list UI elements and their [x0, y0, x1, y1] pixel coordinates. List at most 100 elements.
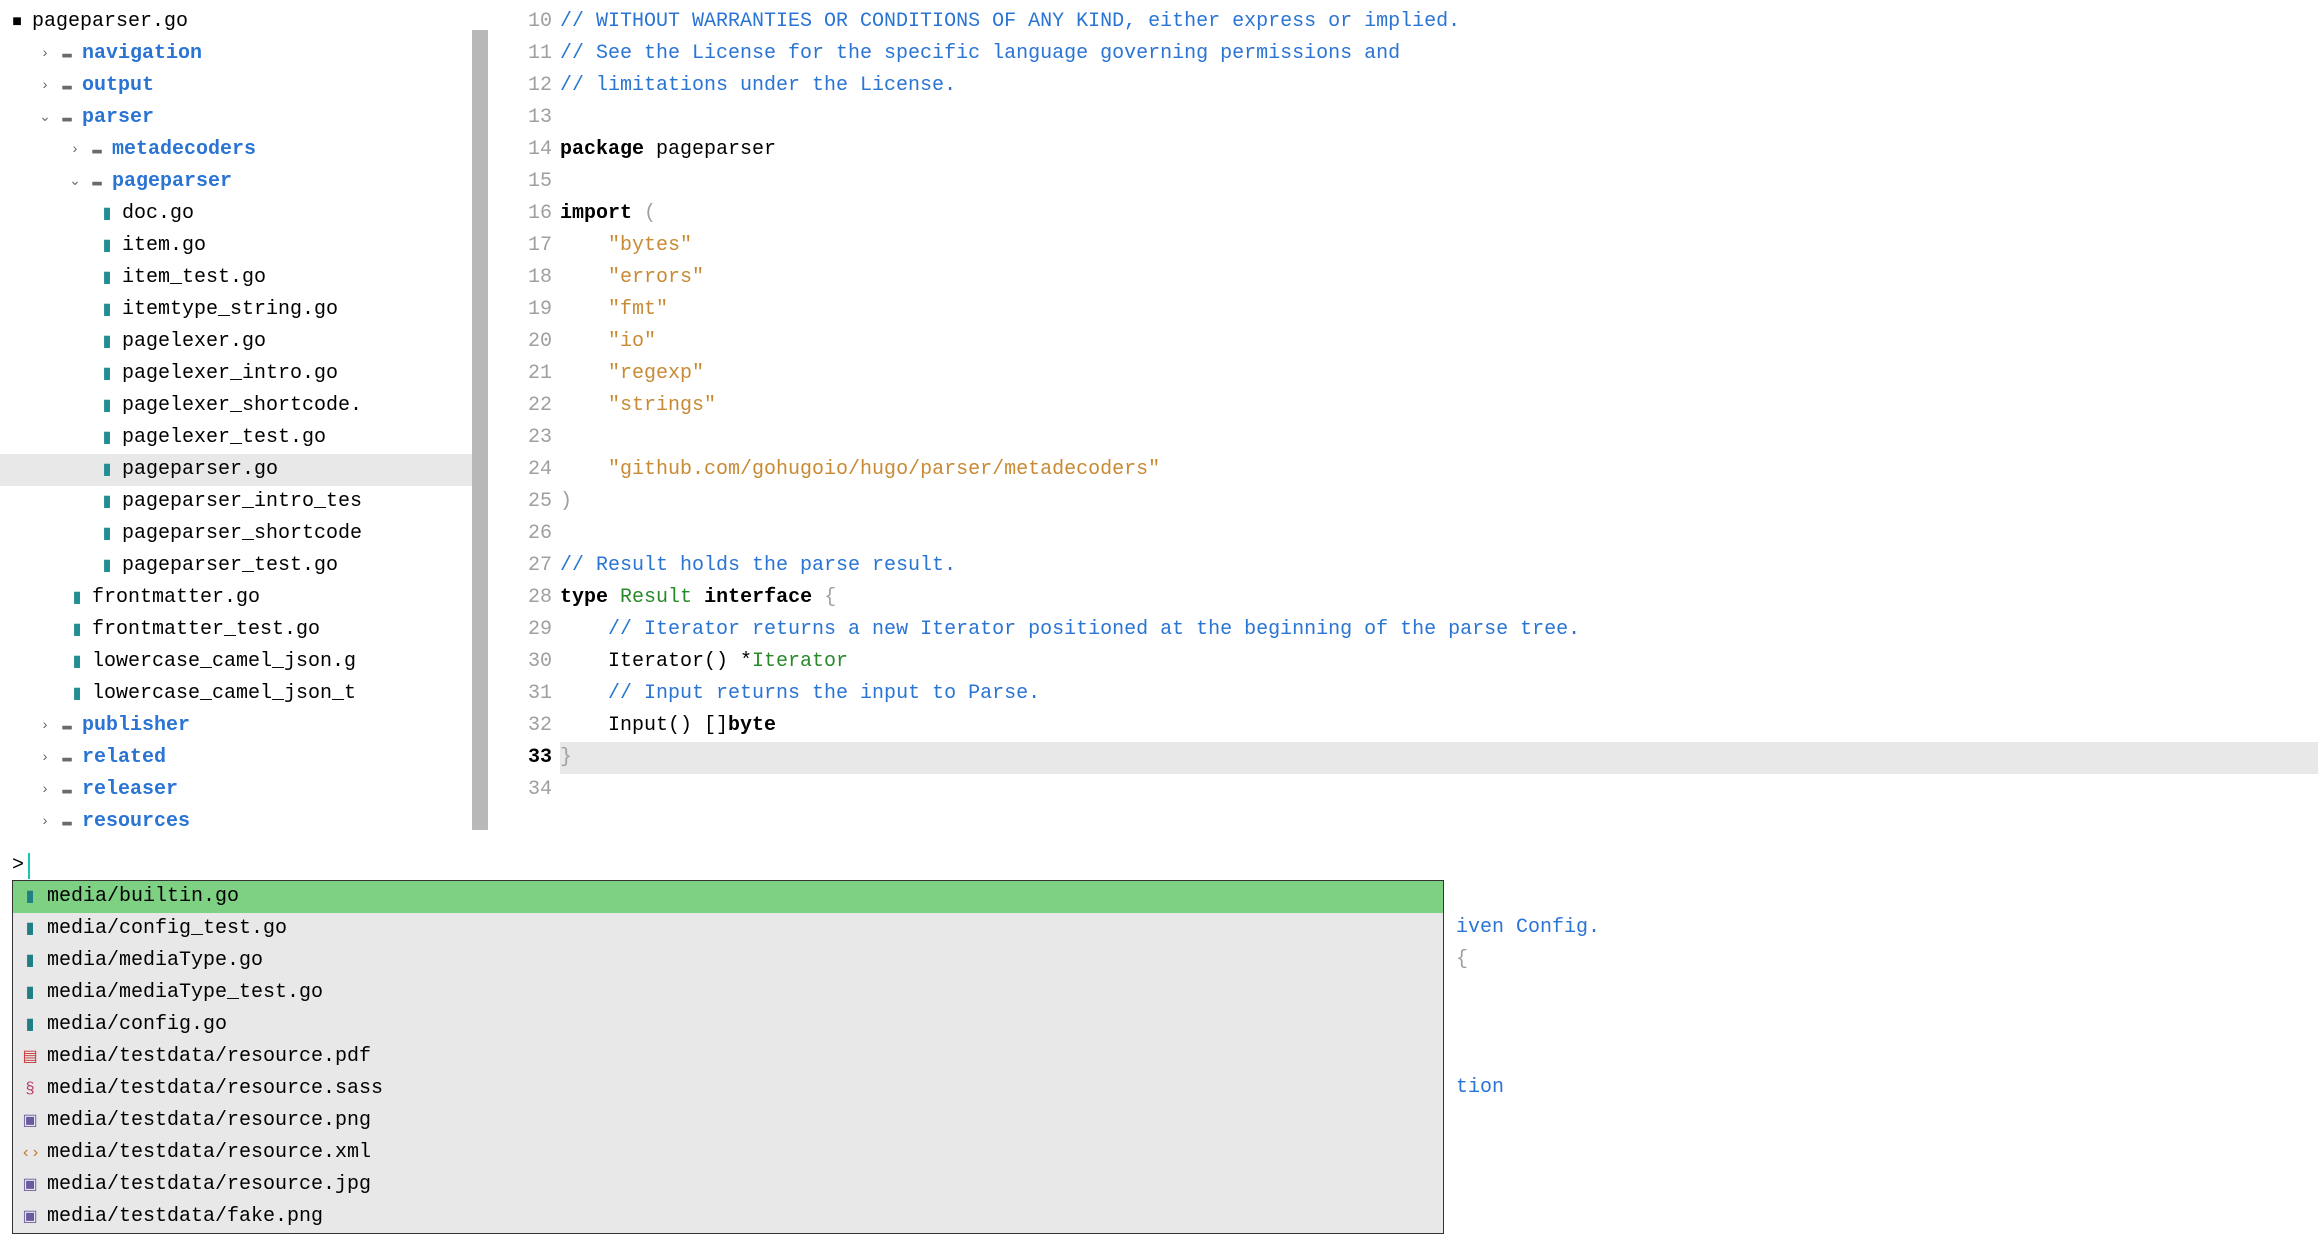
- code-line[interactable]: "strings": [560, 390, 2318, 422]
- tree-item-label: lowercase_camel_json.g: [92, 646, 356, 678]
- line-number: 19: [488, 294, 552, 326]
- finder-result-label: media/mediaType.go: [47, 945, 263, 977]
- folder-icon: ▬: [58, 806, 76, 838]
- finder-result-label: media/config.go: [47, 1009, 227, 1041]
- tree-file[interactable]: ▮lowercase_camel_json.g: [0, 646, 488, 678]
- finder-result[interactable]: ▮media/config.go: [13, 1009, 1443, 1041]
- code-line: tion: [1456, 1072, 2306, 1104]
- code-line[interactable]: "fmt": [560, 294, 2318, 326]
- line-number: 13: [488, 102, 552, 134]
- xml-file-icon: ‹›: [21, 1137, 39, 1169]
- finder-result-label: media/testdata/resource.pdf: [47, 1041, 371, 1073]
- code-line: [1456, 1040, 2306, 1072]
- tree-file[interactable]: ▮pageparser_shortcode: [0, 518, 488, 550]
- line-number: 27: [488, 550, 552, 582]
- tree-file[interactable]: ▮doc.go: [0, 198, 488, 230]
- tree-file[interactable]: ▮lowercase_camel_json_t: [0, 678, 488, 710]
- code-line[interactable]: [560, 518, 2318, 550]
- code-line[interactable]: [560, 774, 2318, 806]
- finder-result-label: media/config_test.go: [47, 913, 287, 945]
- code-line[interactable]: // limitations under the License.: [560, 70, 2318, 102]
- finder-result-label: media/testdata/resource.sass: [47, 1073, 383, 1105]
- tree-folder[interactable]: ›▬metadecoders: [0, 134, 488, 166]
- code-line[interactable]: package pageparser: [560, 134, 2318, 166]
- code-line[interactable]: type Result interface {: [560, 582, 2318, 614]
- go-file-icon: ▮: [21, 945, 39, 977]
- tree-folder[interactable]: ›▬resources: [0, 806, 488, 838]
- tree-file[interactable]: ▮pagelexer_shortcode.: [0, 390, 488, 422]
- code-line[interactable]: "io": [560, 326, 2318, 358]
- finder-prompt[interactable]: >: [12, 852, 2312, 880]
- finder-result[interactable]: ▣media/testdata/fake.png: [13, 1201, 1443, 1233]
- file-icon: ▮: [98, 358, 116, 390]
- code-line[interactable]: "github.com/gohugoio/hugo/parser/metadec…: [560, 454, 2318, 486]
- tree-root[interactable]: ■ pageparser.go: [0, 6, 488, 38]
- tree-folder[interactable]: ›▬navigation: [0, 38, 488, 70]
- tree-file[interactable]: ▮item_test.go: [0, 262, 488, 294]
- code-line[interactable]: ): [560, 486, 2318, 518]
- code-line[interactable]: // Iterator returns a new Iterator posit…: [560, 614, 2318, 646]
- file-icon: ▮: [98, 262, 116, 294]
- tree-file[interactable]: ▮frontmatter_test.go: [0, 614, 488, 646]
- line-number: 17: [488, 230, 552, 262]
- tree-folder[interactable]: ⌄▬pageparser: [0, 166, 488, 198]
- tree-file[interactable]: ▮pageparser_intro_tes: [0, 486, 488, 518]
- tree-file[interactable]: ▮pagelexer.go: [0, 326, 488, 358]
- tree-file[interactable]: ▮frontmatter.go: [0, 582, 488, 614]
- line-number: 33: [488, 742, 552, 774]
- img-file-icon: ▣: [21, 1201, 39, 1233]
- tree-folder[interactable]: ⌄▬parser: [0, 102, 488, 134]
- tree-folder[interactable]: ›▬related: [0, 742, 488, 774]
- chevron-icon: ›: [38, 710, 52, 742]
- tree-item-label: pageparser.go: [122, 454, 278, 486]
- img-file-icon: ▣: [21, 1169, 39, 1201]
- go-file-icon: ▮: [21, 977, 39, 1009]
- code-line[interactable]: "errors": [560, 262, 2318, 294]
- finder-result[interactable]: ▤media/testdata/resource.pdf: [13, 1041, 1443, 1073]
- code-line[interactable]: // Input returns the input to Parse.: [560, 678, 2318, 710]
- code-line[interactable]: [560, 102, 2318, 134]
- code-line[interactable]: // See the License for the specific lang…: [560, 38, 2318, 70]
- finder-result[interactable]: ▮media/config_test.go: [13, 913, 1443, 945]
- finder-result[interactable]: ▣media/testdata/resource.png: [13, 1105, 1443, 1137]
- tree-file[interactable]: ▮pageparser_test.go: [0, 550, 488, 582]
- tree-folder[interactable]: ›▬publisher: [0, 710, 488, 742]
- tree-file[interactable]: ▮item.go: [0, 230, 488, 262]
- code-line[interactable]: Iterator() *Iterator: [560, 646, 2318, 678]
- code-line[interactable]: Input() []byte: [560, 710, 2318, 742]
- code-line[interactable]: "bytes": [560, 230, 2318, 262]
- line-number: 14: [488, 134, 552, 166]
- tree-file[interactable]: ▮pagelexer_test.go: [0, 422, 488, 454]
- tree-item-label: pageparser_intro_tes: [122, 486, 362, 518]
- code-area[interactable]: // WITHOUT WARRANTIES OR CONDITIONS OF A…: [560, 6, 2318, 852]
- code-line[interactable]: import (: [560, 198, 2318, 230]
- chevron-icon: ›: [38, 38, 52, 70]
- sidebar-scrollbar[interactable]: [472, 30, 488, 830]
- finder-result[interactable]: ▮media/builtin.go: [13, 881, 1443, 913]
- finder-result[interactable]: ‹›media/testdata/resource.xml: [13, 1137, 1443, 1169]
- tree-file[interactable]: ▮pagelexer_intro.go: [0, 358, 488, 390]
- line-number: 18: [488, 262, 552, 294]
- tree-item-label: pagelexer.go: [122, 326, 266, 358]
- tree-item-label: lowercase_camel_json_t: [92, 678, 356, 710]
- code-line[interactable]: [560, 422, 2318, 454]
- code-line[interactable]: "regexp": [560, 358, 2318, 390]
- finder-result[interactable]: ▣media/testdata/resource.jpg: [13, 1169, 1443, 1201]
- tree-item-label: frontmatter_test.go: [92, 614, 320, 646]
- tree-file[interactable]: ▮pageparser.go: [0, 454, 488, 486]
- code-line[interactable]: [560, 166, 2318, 198]
- go-file-icon: ▮: [21, 1009, 39, 1041]
- line-number: 25: [488, 486, 552, 518]
- code-line[interactable]: }: [560, 742, 2318, 774]
- tree-folder[interactable]: ›▬releaser: [0, 774, 488, 806]
- tree-item-label: metadecoders: [112, 134, 256, 166]
- tree-folder[interactable]: ›▬output: [0, 70, 488, 102]
- tree-file[interactable]: ▮itemtype_string.go: [0, 294, 488, 326]
- code-line[interactable]: // Result holds the parse result.: [560, 550, 2318, 582]
- finder-result[interactable]: ▮media/mediaType.go: [13, 945, 1443, 977]
- finder-result[interactable]: ▮media/mediaType_test.go: [13, 977, 1443, 1009]
- line-number: 34: [488, 774, 552, 806]
- code-line[interactable]: // WITHOUT WARRANTIES OR CONDITIONS OF A…: [560, 6, 2318, 38]
- finder-result[interactable]: §media/testdata/resource.sass: [13, 1073, 1443, 1105]
- tree-item-label: frontmatter.go: [92, 582, 260, 614]
